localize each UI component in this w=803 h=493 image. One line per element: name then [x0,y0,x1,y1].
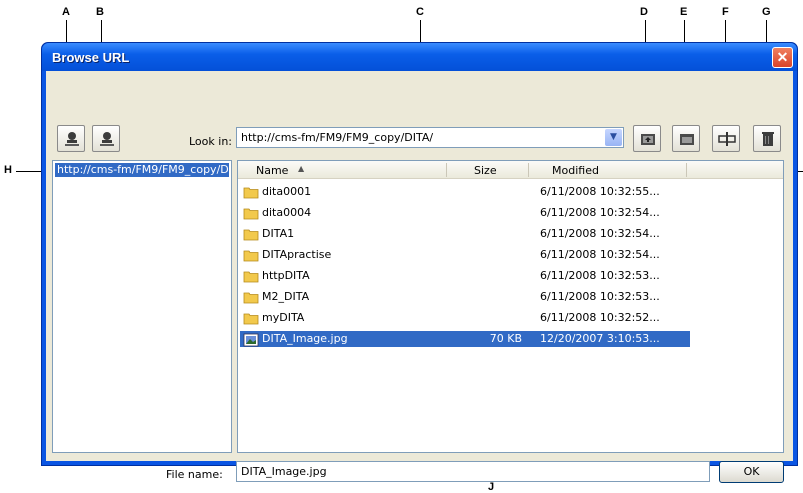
up-one-level-button[interactable] [633,125,661,152]
file-name: DITA_Image.jpg [262,332,348,345]
table-row[interactable]: DITA1 6/11/2008 10:32:54... [240,226,690,242]
new-folder-icon [680,134,694,145]
table-row[interactable]: DITApractise 6/11/2008 10:32:54... [240,247,690,263]
folder-icon [243,207,259,225]
file-modified: 6/11/2008 10:32:54... [540,227,660,240]
rename-button[interactable] [712,125,740,152]
look-in-value: http://cms-fm/FM9/FM9_copy/DITA/ [241,131,434,144]
file-name: M2_DITA [262,290,310,303]
folder-icon [243,249,259,267]
file-name-label: File name: [166,468,223,481]
file-modified: 6/11/2008 10:32:54... [540,206,660,219]
column-divider[interactable] [446,163,447,177]
column-divider[interactable] [528,163,529,177]
callout-f: F [722,6,729,18]
file-name: httpDITA [262,269,310,282]
browse-url-dialog: Browse URL ✕ Look in: http://cms-fm/FM9/… [41,42,798,483]
file-name: dita0001 [262,185,312,198]
table-row[interactable]: httpDITA 6/11/2008 10:32:53... [240,268,690,284]
folder-icon [243,186,259,204]
file-modified: 12/20/2007 3:10:53... [540,332,660,345]
column-divider[interactable] [686,163,687,177]
delete-button[interactable] [753,125,781,152]
file-modified: 6/11/2008 10:32:53... [540,269,660,282]
table-row[interactable]: dita0004 6/11/2008 10:32:54... [240,205,690,221]
table-row[interactable]: dita0001 6/11/2008 10:32:55... [240,184,690,200]
file-modified: 6/11/2008 10:32:54... [540,248,660,261]
server-connect-icon [65,132,79,146]
table-row[interactable]: M2_DITA 6/11/2008 10:32:53... [240,289,690,305]
file-name: myDITA [262,311,305,324]
callout-b: B [96,6,104,18]
edit-server-button[interactable] [92,125,120,152]
sort-ascending-icon: ▲ [298,164,305,173]
callout-j: J [488,481,495,493]
chevron-down-icon[interactable]: ▼ [605,129,622,146]
column-modified-header[interactable]: Modified [552,164,599,177]
look-in-dropdown[interactable]: http://cms-fm/FM9/FM9_copy/DITA/ ▼ [236,127,624,148]
callout-h: H [4,164,12,176]
callout-c: C [416,6,424,18]
column-size-header[interactable]: Size [474,164,497,177]
table-row[interactable]: myDITA 6/11/2008 10:32:52... [240,310,690,326]
new-folder-button[interactable] [672,125,700,152]
file-modified: 6/11/2008 10:32:55... [540,185,660,198]
file-list[interactable]: Name ▲ Size Modified dita0001 6/11/2008 1… [237,160,784,453]
folder-icon [243,270,259,288]
table-row[interactable]: DITA_Image.jpg 70 KB 12/20/2007 3:10:53... [240,331,690,347]
folder-icon [243,312,259,330]
list-header: Name ▲ Size Modified [238,161,783,179]
trash-icon [762,132,774,146]
server-tree[interactable]: http://cms-fm/FM9/FM9_copy/DITA/ [52,160,232,453]
file-name: dita0004 [262,206,312,219]
folder-icon [243,228,259,246]
callout-g: G [762,6,771,18]
file-size: 70 KB [489,332,522,345]
file-name-input[interactable]: DITA_Image.jpg [236,461,710,482]
callout-e: E [680,6,688,18]
dialog-body: Look in: http://cms-fm/FM9/FM9_copy/DITA… [46,71,793,483]
file-name: DITA1 [262,227,295,240]
add-server-button[interactable] [57,125,85,152]
tree-item-selected[interactable]: http://cms-fm/FM9/FM9_copy/DITA/ [55,163,229,177]
folder-up-icon [641,134,655,145]
title-bar[interactable]: Browse URL ✕ [42,43,797,71]
image-file-icon [243,333,259,352]
screenshot-stage: A B C D E F G H J Browse URL ✕ Look in: … [0,0,803,493]
look-in-label: Look in: [189,135,232,148]
callout-a: A [62,6,70,18]
folder-icon [243,291,259,309]
column-name-header[interactable]: Name [256,164,288,177]
close-button[interactable]: ✕ [772,47,793,68]
file-modified: 6/11/2008 10:32:52... [540,311,660,324]
ok-button[interactable]: OK [719,461,784,483]
file-name: DITApractise [262,248,332,261]
rename-icon [718,132,736,146]
window-title: Browse URL [52,50,130,65]
server-edit-icon [100,132,114,146]
callout-d: D [640,6,648,18]
file-modified: 6/11/2008 10:32:53... [540,290,660,303]
